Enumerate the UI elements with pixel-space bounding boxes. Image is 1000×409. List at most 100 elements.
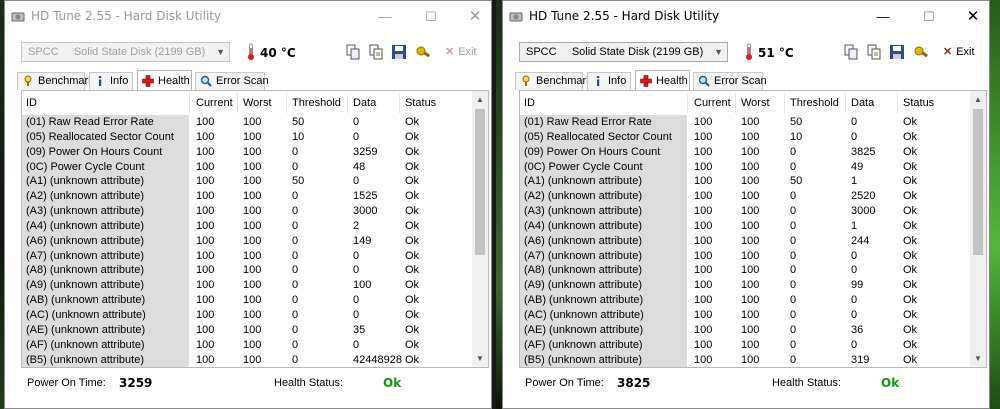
options-icon[interactable] <box>415 44 431 60</box>
copy-info-icon[interactable] <box>345 44 361 60</box>
data-cell: 1 <box>851 175 858 188</box>
table-row[interactable]: (B5) (unknown attribute) 100 100 0 319 Ok <box>520 352 970 367</box>
exit-button[interactable]: ✕ Exit <box>943 45 975 58</box>
table-row[interactable]: (A2) (unknown attribute) 100 100 0 2520 Ok <box>520 189 970 205</box>
scroll-thumb[interactable] <box>973 109 983 255</box>
attribute-id-cell: (A4) (unknown attribute) <box>524 219 642 232</box>
table-row[interactable]: (A7) (unknown attribute) 100 100 0 0 Ok <box>520 248 970 264</box>
table-row[interactable]: (09) Power On Hours Count 100 100 0 3259 Ok <box>22 144 472 160</box>
status-cell: Ok <box>903 294 918 307</box>
column-header-worst[interactable]: Worst <box>243 97 272 109</box>
hdtune-window-left[interactable]: HD Tune 2.55 - Hard Disk Utility — ☐ ✕ S… <box>4 0 492 409</box>
maximize-button[interactable]: ☐ <box>917 7 941 27</box>
close-button[interactable]: ✕ <box>463 7 487 27</box>
table-row[interactable]: (0C) Power Cycle Count 100 100 0 48 Ok <box>22 159 472 175</box>
close-button[interactable]: ✕ <box>961 7 985 27</box>
table-row[interactable]: (A9) (unknown attribute) 100 100 0 99 Ok <box>520 278 970 294</box>
column-header-status[interactable]: Status <box>903 97 934 109</box>
vertical-scrollbar[interactable]: ▲ ▼ <box>970 91 986 367</box>
tab-health[interactable]: Health <box>137 70 192 91</box>
current-cell: 100 <box>694 175 713 188</box>
exit-button[interactable]: ✕ Exit <box>445 45 477 58</box>
table-row[interactable]: (01) Raw Read Error Rate 100 100 50 0 Ok <box>520 115 970 130</box>
table-row[interactable]: (B5) (unknown attribute) 100 100 0 42448928 O… <box>22 352 472 367</box>
column-header-data[interactable]: Data <box>851 97 874 109</box>
table-row[interactable]: (A6) (unknown attribute) 100 100 0 149 Ok <box>22 233 472 249</box>
table-row[interactable]: (A8) (unknown attribute) 100 100 0 0 Ok <box>22 263 472 279</box>
table-row[interactable]: (AC) (unknown attribute) 100 100 0 0 Ok <box>22 307 472 323</box>
worst-cell: 100 <box>243 279 262 292</box>
table-row[interactable]: (AF) (unknown attribute) 100 100 0 0 Ok <box>22 337 472 353</box>
maximize-button[interactable]: ☐ <box>419 7 443 27</box>
scroll-thumb[interactable] <box>475 109 485 255</box>
tab-health[interactable]: Health <box>635 70 690 91</box>
column-header-worst[interactable]: Worst <box>741 97 770 109</box>
table-row[interactable]: (A3) (unknown attribute) 100 100 0 3000 Ok <box>22 204 472 219</box>
tab-error-scan[interactable]: Error Scan <box>693 72 767 90</box>
save-icon[interactable] <box>889 44 905 60</box>
column-header-threshold[interactable]: Threshold <box>292 97 341 109</box>
table-row[interactable]: (A8) (unknown attribute) 100 100 0 0 Ok <box>520 263 970 279</box>
status-cell: Ok <box>405 219 420 232</box>
minimize-button[interactable]: — <box>871 7 895 27</box>
current-cell: 100 <box>694 190 713 203</box>
table-row[interactable]: (A2) (unknown attribute) 100 100 0 1525 Ok <box>22 189 472 205</box>
attribute-id-cell: (AC) (unknown attribute) <box>524 308 644 321</box>
column-header-current[interactable]: Current <box>196 97 233 109</box>
column-header-threshold[interactable]: Threshold <box>790 97 839 109</box>
column-header-status[interactable]: Status <box>405 97 436 109</box>
table-row[interactable]: (A1) (unknown attribute) 100 100 50 1 Ok <box>520 174 970 190</box>
current-cell: 100 <box>196 175 215 188</box>
column-header-data[interactable]: Data <box>353 97 376 109</box>
table-row[interactable]: (A9) (unknown attribute) 100 100 0 100 Ok <box>22 278 472 294</box>
tab-info[interactable]: Info <box>587 72 631 90</box>
threshold-cell: 0 <box>790 264 797 277</box>
scroll-up-icon[interactable]: ▲ <box>472 95 488 104</box>
table-row[interactable]: (A3) (unknown attribute) 100 100 0 3000 Ok <box>520 204 970 219</box>
toolbar: SPCC Solid State Disk (2199 GB) ▼ 51 °C … <box>503 35 989 69</box>
table-row[interactable]: (05) Reallocated Sector Count 100 100 10 0 Ok <box>520 129 970 145</box>
column-header-id[interactable]: ID <box>26 97 37 109</box>
column-divider <box>784 93 785 113</box>
table-row[interactable]: (0C) Power Cycle Count 100 100 0 49 Ok <box>520 159 970 175</box>
scroll-down-icon[interactable]: ▼ <box>472 354 488 363</box>
hdtune-window-right[interactable]: HD Tune 2.55 - Hard Disk Utility — ☐ ✕ S… <box>502 0 990 409</box>
minimize-button[interactable]: — <box>373 7 397 27</box>
threshold-cell: 0 <box>292 190 299 203</box>
copy-all-icon[interactable] <box>368 44 384 60</box>
worst-cell: 100 <box>741 279 760 292</box>
table-row[interactable]: (A1) (unknown attribute) 100 100 50 0 Ok <box>22 174 472 190</box>
table-row[interactable]: (AC) (unknown attribute) 100 100 0 0 Ok <box>520 307 970 323</box>
attribute-id-cell: (05) Reallocated Sector Count <box>524 130 672 143</box>
scroll-up-icon[interactable]: ▲ <box>970 95 986 104</box>
column-divider <box>347 93 348 113</box>
table-row[interactable]: (A4) (unknown attribute) 100 100 0 2 Ok <box>22 218 472 234</box>
copy-info-icon[interactable] <box>843 44 859 60</box>
scroll-down-icon[interactable]: ▼ <box>970 354 986 363</box>
tab-benchmark[interactable]: Benchmark <box>17 72 94 90</box>
table-row[interactable]: (AB) (unknown attribute) 100 100 0 0 Ok <box>22 293 472 308</box>
table-row[interactable]: (A6) (unknown attribute) 100 100 0 244 Ok <box>520 233 970 249</box>
column-header-id[interactable]: ID <box>524 97 535 109</box>
table-row[interactable]: (AF) (unknown attribute) 100 100 0 0 Ok <box>520 337 970 353</box>
title-bar[interactable]: HD Tune 2.55 - Hard Disk Utility — ☐ ✕ <box>5 1 491 33</box>
table-row[interactable]: (01) Raw Read Error Rate 100 100 50 0 Ok <box>22 115 472 130</box>
table-row[interactable]: (A7) (unknown attribute) 100 100 0 0 Ok <box>22 248 472 264</box>
table-row[interactable]: (05) Reallocated Sector Count 100 100 10 0 Ok <box>22 129 472 145</box>
table-row[interactable]: (A4) (unknown attribute) 100 100 0 1 Ok <box>520 218 970 234</box>
column-header-current[interactable]: Current <box>694 97 731 109</box>
table-row[interactable]: (09) Power On Hours Count 100 100 0 3825 Ok <box>520 144 970 160</box>
copy-all-icon[interactable] <box>866 44 882 60</box>
table-row[interactable]: (AB) (unknown attribute) 100 100 0 0 Ok <box>520 293 970 308</box>
save-icon[interactable] <box>391 44 407 60</box>
vertical-scrollbar[interactable]: ▲ ▼ <box>472 91 488 367</box>
drive-select[interactable]: SPCC Solid State Disk (2199 GB) ▼ <box>519 42 728 62</box>
tab-benchmark[interactable]: Benchmark <box>515 72 592 90</box>
title-bar[interactable]: HD Tune 2.55 - Hard Disk Utility — ☐ ✕ <box>503 1 989 33</box>
drive-select[interactable]: SPCC Solid State Disk (2199 GB) ▼ <box>21 42 230 62</box>
options-icon[interactable] <box>913 44 929 60</box>
tab-info[interactable]: Info <box>89 72 133 90</box>
table-row[interactable]: (AE) (unknown attribute) 100 100 0 35 Ok <box>22 322 472 338</box>
table-row[interactable]: (AE) (unknown attribute) 100 100 0 36 Ok <box>520 322 970 338</box>
tab-error-scan[interactable]: Error Scan <box>195 72 269 90</box>
